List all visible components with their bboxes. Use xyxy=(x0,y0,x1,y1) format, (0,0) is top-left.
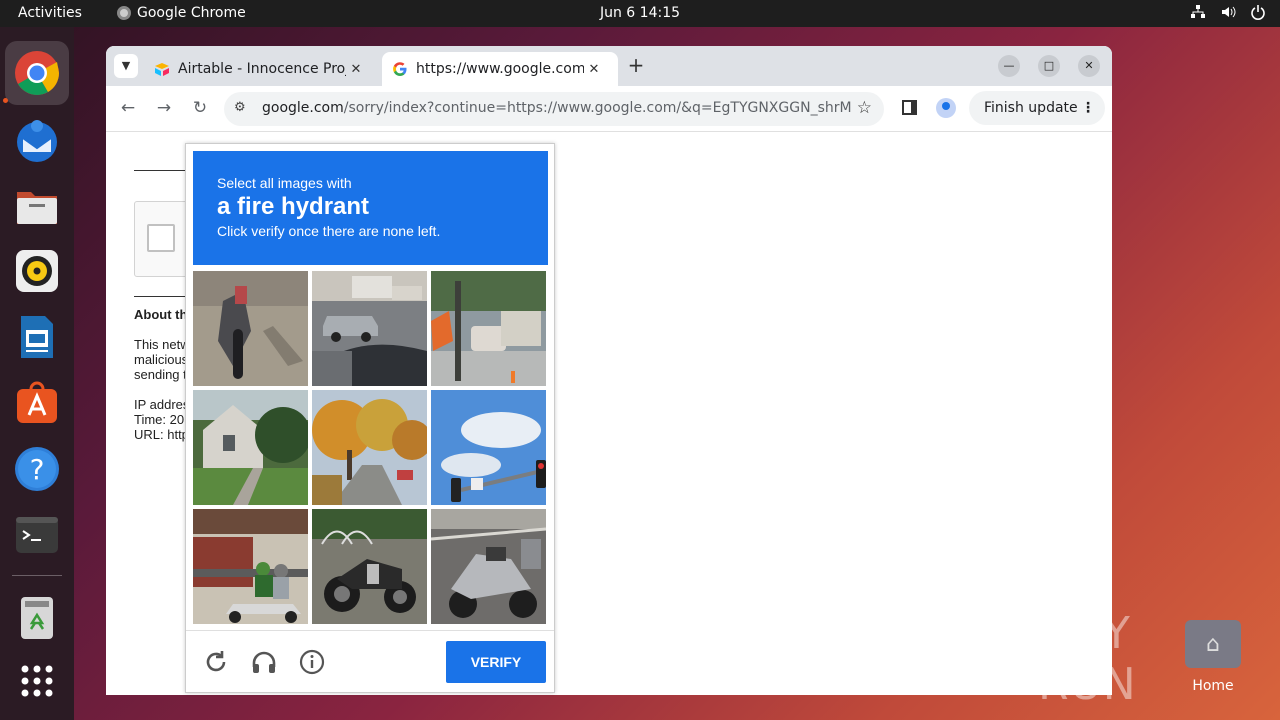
close-window-button[interactable]: ✕ xyxy=(1078,55,1100,77)
url-host: google.com xyxy=(262,100,344,116)
captcha-tile-traffic-light-sky[interactable] xyxy=(431,390,546,505)
captcha-tile-parked-scooters[interactable] xyxy=(431,509,546,624)
finish-update-button[interactable]: Finish update ⋮ xyxy=(969,91,1105,125)
challenge-footer-divider xyxy=(186,630,554,631)
captcha-tile-autumn-street[interactable] xyxy=(312,390,427,505)
captcha-tile-street-intersection[interactable] xyxy=(431,271,546,386)
browser-toolbar: ← → ↻ ⚙ google.com/sorry/index?continue=… xyxy=(106,86,1112,132)
reload-challenge-icon[interactable] xyxy=(201,647,231,677)
url-path: /sorry/index?continue=https://www.google… xyxy=(343,100,852,116)
show-apps-icon[interactable] xyxy=(13,657,61,705)
rhythmbox-icon[interactable] xyxy=(13,247,61,295)
tab-title: Airtable - Innocence Proj xyxy=(178,61,346,77)
tab-search-button[interactable]: ▼ xyxy=(114,54,138,78)
finish-update-label: Finish update xyxy=(984,100,1078,116)
info-line: sending t xyxy=(134,367,187,382)
address-bar[interactable]: ⚙ google.com/sorry/index?continue=https:… xyxy=(224,92,884,126)
challenge-hint: Click verify once there are none left. xyxy=(217,223,441,239)
terminal-icon[interactable] xyxy=(13,511,61,559)
tab-title: https://www.google.com xyxy=(416,61,584,77)
tab-google[interactable]: https://www.google.com ✕ xyxy=(382,52,618,86)
new-tab-button[interactable]: + xyxy=(624,54,648,78)
trash-icon[interactable] xyxy=(13,593,61,641)
captcha-tile-street-cars[interactable] xyxy=(312,271,427,386)
google-icon xyxy=(392,61,408,77)
volume-icon xyxy=(1222,6,1236,18)
tab-close-icon[interactable]: ✕ xyxy=(346,62,366,77)
svg-text:?: ? xyxy=(30,453,45,486)
ip-line: IP addres xyxy=(134,397,190,412)
bookmark-star-icon[interactable]: ☆ xyxy=(857,98,872,118)
site-info-icon[interactable]: ⚙ xyxy=(234,100,246,115)
captcha-tile-motorcycle-sidecar[interactable] xyxy=(312,509,427,624)
top-bar: Activities Google Chrome Jun 6 14:15 xyxy=(0,0,1280,27)
captcha-tile-scooter-riders[interactable] xyxy=(193,509,308,624)
audio-challenge-icon[interactable] xyxy=(249,647,279,677)
url-text[interactable]: google.com/sorry/index?continue=https://… xyxy=(262,100,852,116)
minimize-button[interactable]: — xyxy=(998,55,1020,77)
forward-button[interactable]: → xyxy=(153,98,175,118)
captcha-tile-scooter-closeup[interactable] xyxy=(193,271,308,386)
info-line: This netw xyxy=(134,337,190,352)
clock[interactable]: Jun 6 14:15 xyxy=(0,5,1280,21)
info-line: malicious xyxy=(134,352,189,367)
system-tray[interactable] xyxy=(1190,4,1266,20)
back-button[interactable]: ← xyxy=(117,98,139,118)
tab-strip: ▼ Airtable - Innocence Proj ✕ https://ww… xyxy=(106,46,1112,86)
network-icon xyxy=(1191,5,1205,18)
about-heading: About th xyxy=(134,307,188,322)
running-indicator xyxy=(3,98,8,103)
tab-close-icon[interactable]: ✕ xyxy=(584,62,604,77)
libreoffice-impress-icon[interactable] xyxy=(13,313,61,361)
reload-button[interactable]: ↻ xyxy=(189,98,211,118)
tab-airtable[interactable]: Airtable - Innocence Proj ✕ xyxy=(144,52,378,86)
time-line: Time: 20 xyxy=(134,412,185,427)
chrome-icon[interactable] xyxy=(13,49,61,97)
files-icon[interactable] xyxy=(13,182,61,230)
power-icon xyxy=(1251,5,1265,20)
recaptcha-checkbox[interactable] xyxy=(147,224,175,252)
challenge-target: a fire hydrant xyxy=(217,193,370,220)
home-folder-icon[interactable]: ⌂ xyxy=(1185,620,1241,668)
airtable-icon xyxy=(154,61,170,77)
side-panel-icon[interactable] xyxy=(902,100,917,115)
captcha-tile-house-yard[interactable] xyxy=(193,390,308,505)
profile-avatar-icon[interactable] xyxy=(936,98,956,118)
verify-button[interactable]: VERIFY xyxy=(446,641,546,683)
ubuntu-software-icon[interactable] xyxy=(13,379,61,427)
thunderbird-icon[interactable] xyxy=(13,116,61,164)
help-icon[interactable]: ? xyxy=(13,445,61,493)
home-label: Home xyxy=(1192,678,1234,694)
captcha-challenge: Select all images with a fire hydrant Cl… xyxy=(185,143,555,693)
info-icon[interactable] xyxy=(297,647,327,677)
challenge-header: Select all images with a fire hydrant Cl… xyxy=(193,151,548,265)
challenge-instruction: Select all images with xyxy=(217,175,352,191)
url-line: URL: http xyxy=(134,427,189,442)
dock-separator xyxy=(12,575,62,576)
menu-kebab-icon[interactable]: ⋮ xyxy=(1081,91,1095,125)
maximize-button[interactable]: □ xyxy=(1038,55,1060,77)
dock: ? xyxy=(0,27,74,720)
